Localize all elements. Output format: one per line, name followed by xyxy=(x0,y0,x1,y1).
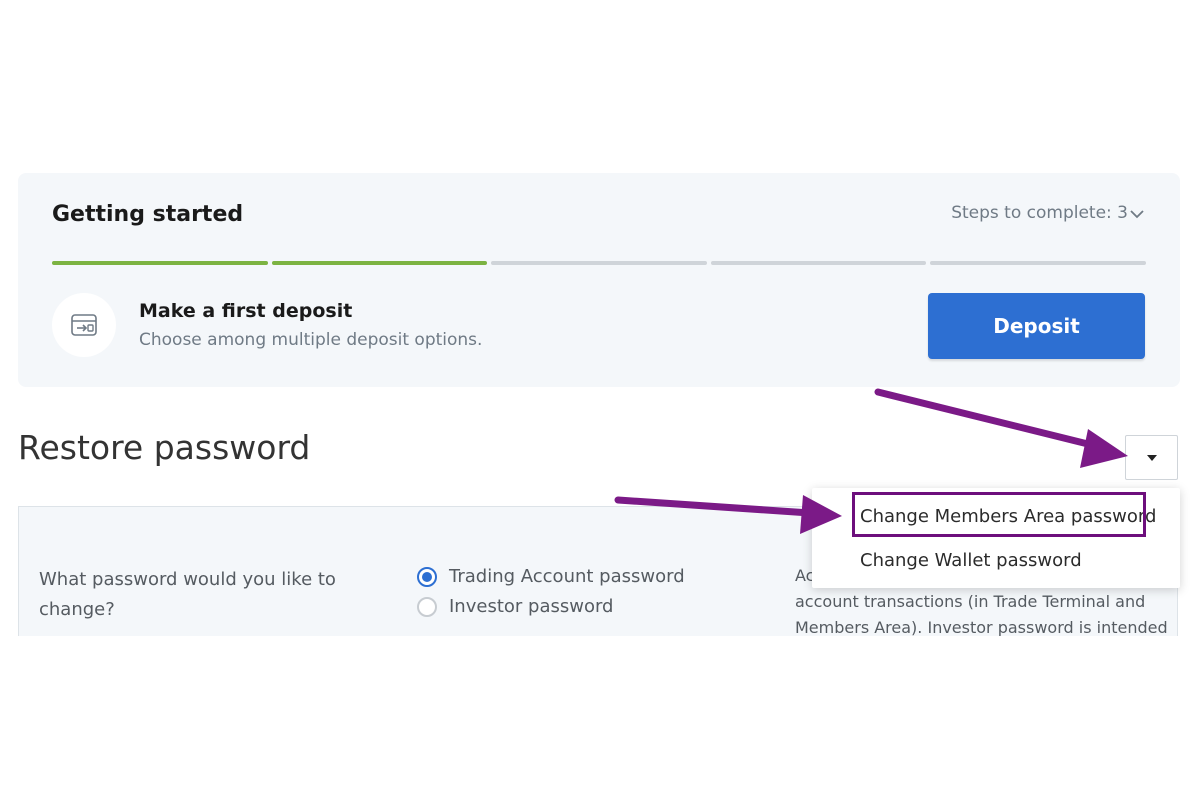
radio-investor[interactable]: Investor password xyxy=(417,596,613,617)
getting-started-title: Getting started xyxy=(52,202,244,227)
radio-label: Investor password xyxy=(449,596,614,617)
step-subtitle: Choose among multiple deposit options. xyxy=(139,330,483,350)
progress-segment xyxy=(491,261,707,265)
page-title: Restore password xyxy=(18,428,311,467)
deposit-step-icon-wrapper xyxy=(52,293,116,357)
radio-button[interactable] xyxy=(417,596,437,617)
chevron-down-icon[interactable] xyxy=(1130,207,1144,221)
wallet-transfer-icon xyxy=(71,314,97,336)
radio-label: Trading Account password xyxy=(449,566,685,587)
radio-button-selected[interactable] xyxy=(417,566,437,587)
progress-segment xyxy=(52,261,268,265)
progress-segment xyxy=(710,261,927,265)
annotation-highlight-box xyxy=(852,492,1146,537)
menu-item-change-wallet-password[interactable]: Change Wallet password xyxy=(860,550,1082,571)
steps-to-complete[interactable]: Steps to complete: 3 xyxy=(951,203,1128,223)
getting-started-card: Getting started Steps to complete: 3 Mak… xyxy=(18,173,1180,387)
progress-bar xyxy=(52,261,1146,265)
annotation-arrows xyxy=(614,388,1128,534)
password-type-dropdown-toggle[interactable] xyxy=(1125,435,1178,480)
password-question-label: What password would you like to change? xyxy=(39,569,336,620)
step-title: Make a first deposit xyxy=(139,300,353,322)
caret-down-icon xyxy=(1146,454,1157,461)
arrow-to-dropdown-toggle xyxy=(874,388,1128,468)
info-line: Members Area). Investor password is inte… xyxy=(795,618,1168,636)
radio-trading-account[interactable]: Trading Account password xyxy=(417,566,685,587)
progress-segment xyxy=(271,261,488,265)
deposit-button[interactable]: Deposit xyxy=(928,293,1145,359)
progress-segment xyxy=(930,261,1146,265)
info-line: account transactions (in Trade Terminal … xyxy=(795,592,1146,611)
